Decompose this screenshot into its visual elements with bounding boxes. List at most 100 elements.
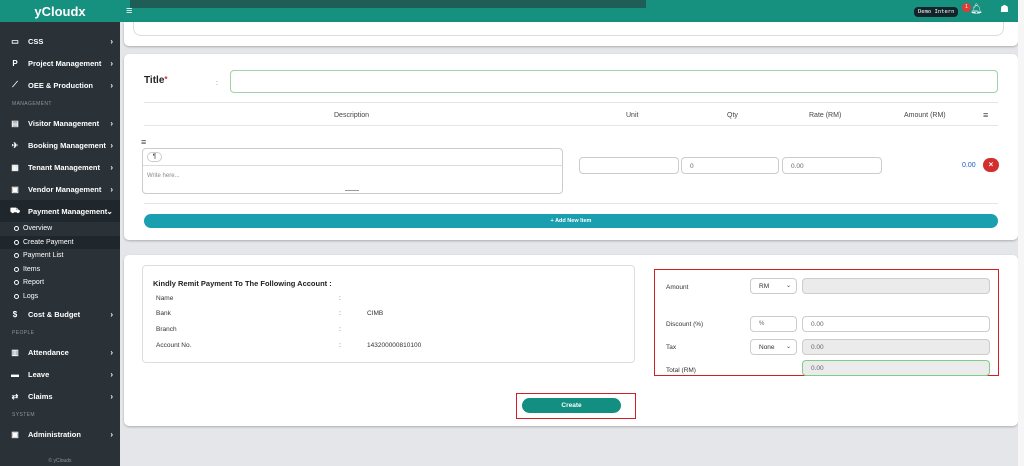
chevron-right-icon: › bbox=[110, 162, 113, 172]
sidebar-sub-logs[interactable]: Logs bbox=[0, 290, 120, 304]
hamburger-menu-icon[interactable]: ≡ bbox=[126, 5, 132, 17]
building-icon: ▦ bbox=[11, 162, 19, 172]
user-icon[interactable]: ☗ bbox=[1000, 4, 1009, 15]
bank-label-name: Name bbox=[156, 295, 174, 302]
create-button-highlight: Create bbox=[516, 393, 636, 419]
row-amount-value: 0.00 bbox=[962, 162, 976, 169]
circle-icon bbox=[14, 266, 19, 272]
sidebar-item-visitor-management[interactable]: ▤ Visitor Management › bbox=[0, 112, 120, 134]
chevron-right-icon: › bbox=[110, 58, 113, 68]
sidebar-item-leave[interactable]: ▬ Leave › bbox=[0, 363, 120, 385]
circle-icon bbox=[14, 239, 19, 245]
sidebar-item-label: Cost & Budget bbox=[28, 309, 81, 319]
section-label-system: SYSTEM bbox=[12, 412, 35, 418]
previous-section-inner bbox=[133, 22, 1004, 36]
chevron-down-icon: ⌄ bbox=[785, 344, 791, 350]
unit-input[interactable] bbox=[579, 157, 679, 174]
tax-select-value: None bbox=[759, 344, 775, 351]
totals-box: Amount RM ⌄ Discount (%) % 0.00 Tax None… bbox=[654, 269, 999, 376]
bank-colon: : bbox=[339, 342, 341, 349]
amount-label: Amount bbox=[666, 284, 689, 291]
chevron-right-icon: › bbox=[110, 140, 113, 150]
sidebar-sub-payment-list[interactable]: Payment List bbox=[0, 249, 120, 263]
sidebar-item-label: Administration bbox=[28, 429, 81, 439]
sidebar-item-label: Claims bbox=[28, 391, 53, 401]
sidebar-item-css[interactable]: ▭ CSS › bbox=[0, 30, 120, 52]
sidebar-sub-overview[interactable]: Overview bbox=[0, 222, 120, 236]
currency-select-value: RM bbox=[759, 283, 770, 290]
topbar-shade bbox=[130, 0, 646, 8]
discount-input[interactable]: 0.00 bbox=[802, 316, 990, 332]
sidebar-item-administration[interactable]: ▣ Administration › bbox=[0, 423, 120, 445]
sidebar-item-label: Payment Management bbox=[28, 206, 108, 216]
payment-summary-card: Kindly Remit Payment To The Following Ac… bbox=[124, 255, 1018, 426]
sidebar-item-vendor-management[interactable]: ▣ Vendor Management › bbox=[0, 178, 120, 200]
bank-label-bank: Bank bbox=[156, 310, 171, 317]
sidebar-item-attendance[interactable]: ▥ Attendance › bbox=[0, 341, 120, 363]
exchange-icon: ⇄ bbox=[11, 391, 19, 401]
qty-input[interactable]: 0 bbox=[681, 157, 779, 174]
row-drag-handle-icon[interactable]: ≡ bbox=[141, 137, 146, 147]
tax-label: Tax bbox=[666, 344, 677, 351]
brand-logo[interactable]: yCloudx bbox=[0, 0, 120, 22]
sidebar-sub-report[interactable]: Report bbox=[0, 276, 120, 290]
sidebar-sub-label: Overview bbox=[23, 225, 53, 233]
resize-grip-icon[interactable] bbox=[345, 189, 359, 191]
sidebar-item-cost-budget[interactable]: $ Cost & Budget › bbox=[0, 303, 120, 325]
create-button[interactable]: Create bbox=[522, 398, 621, 413]
chevron-right-icon: › bbox=[110, 118, 113, 128]
column-header-qty: Qty bbox=[727, 112, 738, 119]
id-card-icon: ▤ bbox=[11, 118, 19, 128]
sidebar-sub-label: Report bbox=[23, 279, 45, 287]
sidebar-item-label: Visitor Management bbox=[28, 118, 100, 128]
total-label: Total (RM) bbox=[666, 367, 696, 374]
vendor-icon: ▣ bbox=[11, 184, 19, 194]
chevron-right-icon: › bbox=[110, 391, 113, 401]
monitor-icon: ▭ bbox=[11, 36, 19, 46]
description-editor[interactable]: ¶ Write here... bbox=[142, 148, 563, 194]
chevron-right-icon: › bbox=[110, 309, 113, 319]
circle-icon bbox=[14, 253, 19, 259]
sidebar-item-tenant-management[interactable]: ▦ Tenant Management › bbox=[0, 156, 120, 178]
bank-details-box: Kindly Remit Payment To The Following Ac… bbox=[142, 265, 635, 363]
title-label-text: Title bbox=[144, 75, 165, 86]
sidebar-item-project-management[interactable]: P Project Management › bbox=[0, 52, 120, 74]
discount-unit-box: % bbox=[750, 316, 797, 332]
sidebar-sub-create-payment[interactable]: Create Payment bbox=[0, 235, 120, 249]
cart-icon: ⛟ bbox=[10, 206, 21, 215]
p-icon: P bbox=[12, 58, 18, 68]
sidebar-item-label: Leave bbox=[28, 369, 50, 379]
tax-field: 0.00 bbox=[802, 339, 990, 355]
sidebar-item-claims[interactable]: ⇄ Claims › bbox=[0, 385, 120, 407]
add-new-item-button[interactable]: + Add New Item bbox=[144, 214, 998, 228]
sidebar-item-label: Attendance bbox=[28, 347, 69, 357]
chevron-down-icon: ⌄ bbox=[785, 283, 791, 289]
section-label-people: PEOPLE bbox=[12, 330, 35, 336]
sidebar-sub-items[interactable]: Items bbox=[0, 263, 120, 277]
chevron-right-icon: › bbox=[110, 36, 113, 46]
calendar-icon: ▥ bbox=[11, 347, 19, 357]
bank-colon: : bbox=[339, 310, 341, 317]
column-header-amount: Amount (RM) bbox=[904, 112, 946, 119]
remove-row-button[interactable]: × bbox=[983, 158, 999, 172]
column-header-rate: Rate (RM) bbox=[809, 112, 842, 119]
tax-select[interactable]: None ⌄ bbox=[750, 339, 797, 355]
page-edge bbox=[1018, 0, 1024, 466]
bank-colon: : bbox=[339, 295, 341, 302]
environment-badge: Demo Intern bbox=[914, 7, 959, 17]
currency-select[interactable]: RM ⌄ bbox=[750, 278, 797, 294]
column-menu-icon[interactable]: ≡ bbox=[983, 110, 988, 120]
amount-field bbox=[802, 278, 990, 294]
bell-icon[interactable]: 🔔︎ bbox=[970, 4, 983, 15]
sidebar-item-booking-management[interactable]: ✈ Booking Management › bbox=[0, 134, 120, 156]
plane-icon: ✈ bbox=[11, 140, 19, 150]
rate-input[interactable]: 0.00 bbox=[782, 157, 882, 174]
sidebar-item-label: Vendor Management bbox=[28, 184, 102, 194]
sidebar-item-label: Tenant Management bbox=[28, 162, 100, 172]
chevron-down-icon: ⌄ bbox=[106, 206, 113, 216]
title-input[interactable] bbox=[230, 70, 998, 93]
sidebar-sub-label: Items bbox=[23, 265, 41, 273]
sidebar-item-payment-management[interactable]: ⛟ Payment Management ⌄ bbox=[0, 200, 120, 222]
sidebar-item-oee-production[interactable]: ⟋ OEE & Production › bbox=[0, 74, 120, 96]
paragraph-format-button[interactable]: ¶ bbox=[147, 152, 162, 162]
